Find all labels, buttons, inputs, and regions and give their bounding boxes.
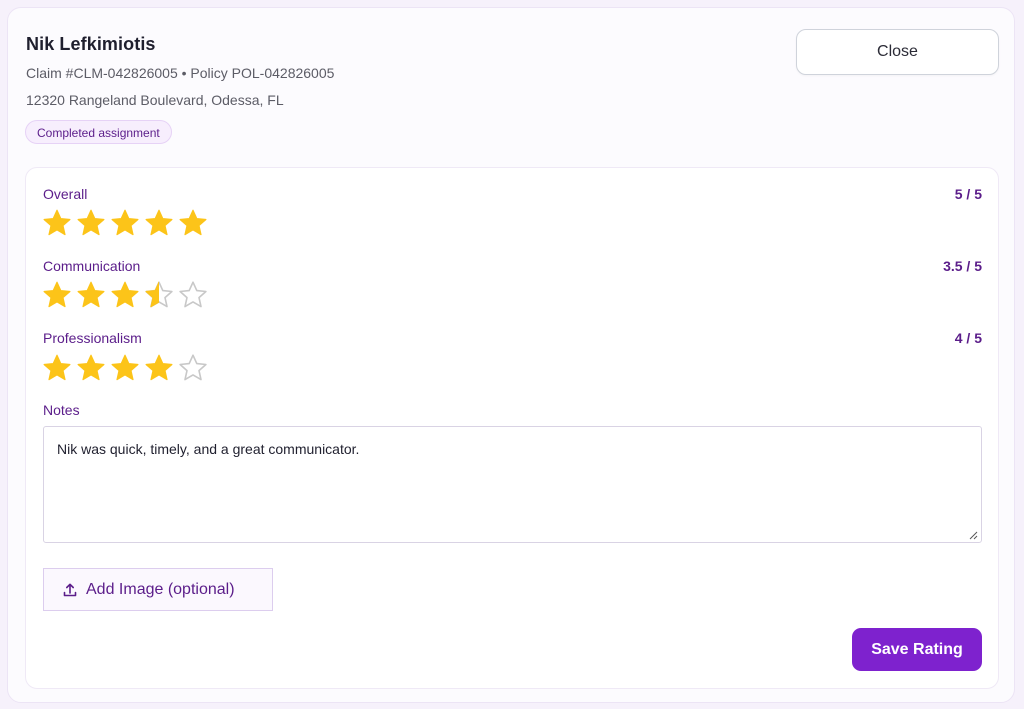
rating-label-professionalism: Professionalism [43, 330, 142, 346]
star-filled-icon[interactable] [76, 280, 106, 310]
rating-score-professionalism: 4 / 5 [954, 330, 982, 346]
star-filled-icon[interactable] [110, 353, 140, 383]
star-filled-icon[interactable] [144, 208, 174, 238]
star-filled-icon[interactable] [42, 353, 72, 383]
rating-label-communication: Communication [43, 258, 141, 274]
rating-label-overall: Overall [43, 186, 88, 202]
star-rating-communication[interactable] [42, 280, 208, 310]
status-badge: Completed assignment [25, 120, 172, 144]
rating-card: Nik Lefkimiotis Claim #CLM-042826005 • P… [7, 7, 1015, 703]
resize-grip-icon[interactable] [968, 530, 978, 540]
star-filled-icon[interactable] [110, 208, 140, 238]
add-image-button[interactable]: Add Image (optional) [43, 568, 273, 611]
rating-score-communication: 3.5 / 5 [943, 258, 982, 274]
save-rating-button[interactable]: Save Rating [852, 628, 982, 671]
rating-score-overall: 5 / 5 [954, 186, 982, 202]
star-rating-professionalism[interactable] [42, 353, 208, 383]
star-filled-icon[interactable] [110, 280, 140, 310]
star-half-icon[interactable] [144, 280, 174, 310]
star-filled-icon[interactable] [178, 208, 208, 238]
rating-form-panel: Overall 5 / 5 Communication 3.5 / 5 Prof… [25, 167, 999, 689]
star-filled-icon[interactable] [76, 353, 106, 383]
star-filled-icon[interactable] [76, 208, 106, 238]
notes-textarea[interactable]: Nik was quick, timely, and a great commu… [43, 426, 982, 543]
star-rating-overall[interactable] [42, 208, 208, 238]
star-filled-icon[interactable] [144, 353, 174, 383]
adjuster-name: Nik Lefkimiotis [26, 34, 156, 54]
star-empty-icon[interactable] [178, 280, 208, 310]
close-button[interactable]: Close [796, 29, 999, 75]
notes-label: Notes [43, 402, 80, 418]
star-empty-icon[interactable] [178, 353, 208, 383]
add-image-label: Add Image (optional) [86, 580, 235, 598]
claim-policy-line: Claim #CLM-042826005 • Policy POL-042826… [26, 65, 335, 81]
star-filled-icon[interactable] [42, 280, 72, 310]
upload-icon [63, 583, 77, 596]
address-line: 12320 Rangeland Boulevard, Odessa, FL [26, 92, 284, 108]
star-filled-icon[interactable] [42, 208, 72, 238]
